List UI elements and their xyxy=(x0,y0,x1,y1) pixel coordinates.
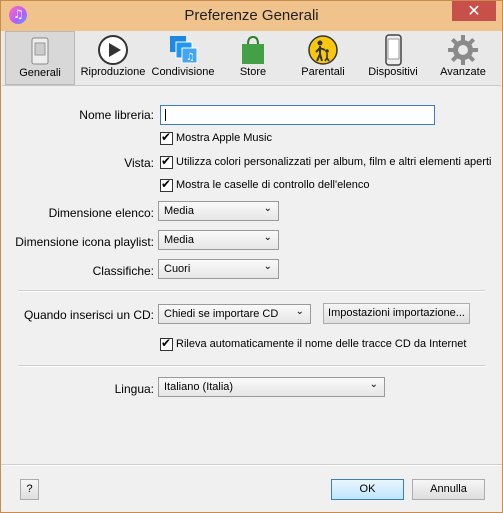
view-label: Vista: xyxy=(124,156,154,170)
separator xyxy=(18,365,485,367)
help-button[interactable]: ? xyxy=(20,479,39,500)
title-bar: Preferenze Generali ✕ xyxy=(1,1,502,31)
chevron-down-icon: ⌄ xyxy=(369,379,378,390)
tab-label: Generali xyxy=(19,67,61,79)
separator xyxy=(18,290,485,292)
device-icon xyxy=(385,34,402,66)
ok-button[interactable]: OK xyxy=(331,479,404,500)
chevron-down-icon: ⌄ xyxy=(295,306,304,317)
cd-track-names-checkbox[interactable] xyxy=(160,336,173,351)
chevron-down-icon: ⌄ xyxy=(263,261,272,272)
playlist-icon-size-value: Media xyxy=(164,234,194,246)
chevron-down-icon: ⌄ xyxy=(263,203,272,214)
tab-label: Avanzate xyxy=(440,66,486,78)
tab-parentali[interactable]: Parentali xyxy=(288,31,358,85)
tab-riproduzione[interactable]: Riproduzione xyxy=(78,31,148,85)
tab-generali[interactable]: Generali xyxy=(5,31,75,85)
language-label: Lingua: xyxy=(114,382,154,396)
library-name-label: Nome libreria: xyxy=(79,108,154,122)
tab-avanzate[interactable]: Avanzate xyxy=(428,31,498,85)
preferences-toolbar: Generali Riproduzione ♫ Condivisione Sto… xyxy=(2,31,501,86)
tab-label: Parentali xyxy=(301,66,345,78)
apple-music-checkbox[interactable] xyxy=(160,130,173,145)
custom-colors-label: Utilizza colori personalizzati per album… xyxy=(176,156,492,168)
custom-colors-checkbox[interactable] xyxy=(160,154,173,169)
svg-text:♫: ♫ xyxy=(186,52,195,63)
cd-track-names-label: Rileva automaticamente il nome delle tra… xyxy=(176,338,467,350)
import-settings-button[interactable]: Impostazioni importazione... xyxy=(323,303,470,324)
cancel-button[interactable]: Annulla xyxy=(412,479,485,500)
footer-separator xyxy=(1,464,502,466)
tab-label: Condivisione xyxy=(151,66,215,78)
cd-insert-label: Quando inserisci un CD: xyxy=(23,308,154,322)
tab-store[interactable]: Store xyxy=(218,31,288,85)
tab-label: Dispositivi xyxy=(368,66,418,78)
list-checkboxes-label: Mostra le caselle di controllo dell'elen… xyxy=(176,179,370,191)
list-size-value: Media xyxy=(164,205,194,217)
store-bag-icon xyxy=(242,35,264,64)
library-name-input[interactable] xyxy=(160,105,435,125)
preferences-window: Preferenze Generali ✕ Generali Riproduzi… xyxy=(0,0,503,513)
list-size-select[interactable]: Media ⌄ xyxy=(158,201,279,221)
playlist-icon-size-label: Dimensione icona playlist: xyxy=(15,235,154,249)
ratings-select[interactable]: Cuori ⌄ xyxy=(158,259,279,279)
play-icon xyxy=(98,35,128,65)
text-caret xyxy=(165,109,166,121)
chevron-down-icon: ⌄ xyxy=(263,232,272,243)
sharing-icon: ♫ xyxy=(170,36,198,64)
list-checkboxes-checkbox[interactable] xyxy=(160,177,173,192)
language-select[interactable]: Italiano (Italia) ⌄ xyxy=(158,377,385,397)
cd-insert-select[interactable]: Chiedi se importare CD ⌄ xyxy=(158,304,311,324)
tab-label: Riproduzione xyxy=(80,66,146,78)
tab-condivisione[interactable]: ♫ Condivisione xyxy=(148,31,218,85)
ratings-value: Cuori xyxy=(164,263,191,275)
parental-icon xyxy=(308,35,338,65)
gear-icon xyxy=(448,35,478,65)
cd-insert-value: Chiedi se importare CD xyxy=(164,308,279,320)
playlist-icon-size-select[interactable]: Media ⌄ xyxy=(158,230,279,250)
window-title: Preferenze Generali xyxy=(184,7,319,24)
ratings-label: Classifiche: xyxy=(92,264,154,278)
list-size-label: Dimensione elenco: xyxy=(48,206,154,220)
tab-label: Store xyxy=(239,66,267,78)
apple-music-label: Mostra Apple Music xyxy=(176,132,272,144)
general-icon xyxy=(31,37,49,65)
tab-dispositivi[interactable]: Dispositivi xyxy=(358,31,428,85)
close-button[interactable]: ✕ xyxy=(452,1,496,21)
language-value: Italiano (Italia) xyxy=(164,381,234,393)
